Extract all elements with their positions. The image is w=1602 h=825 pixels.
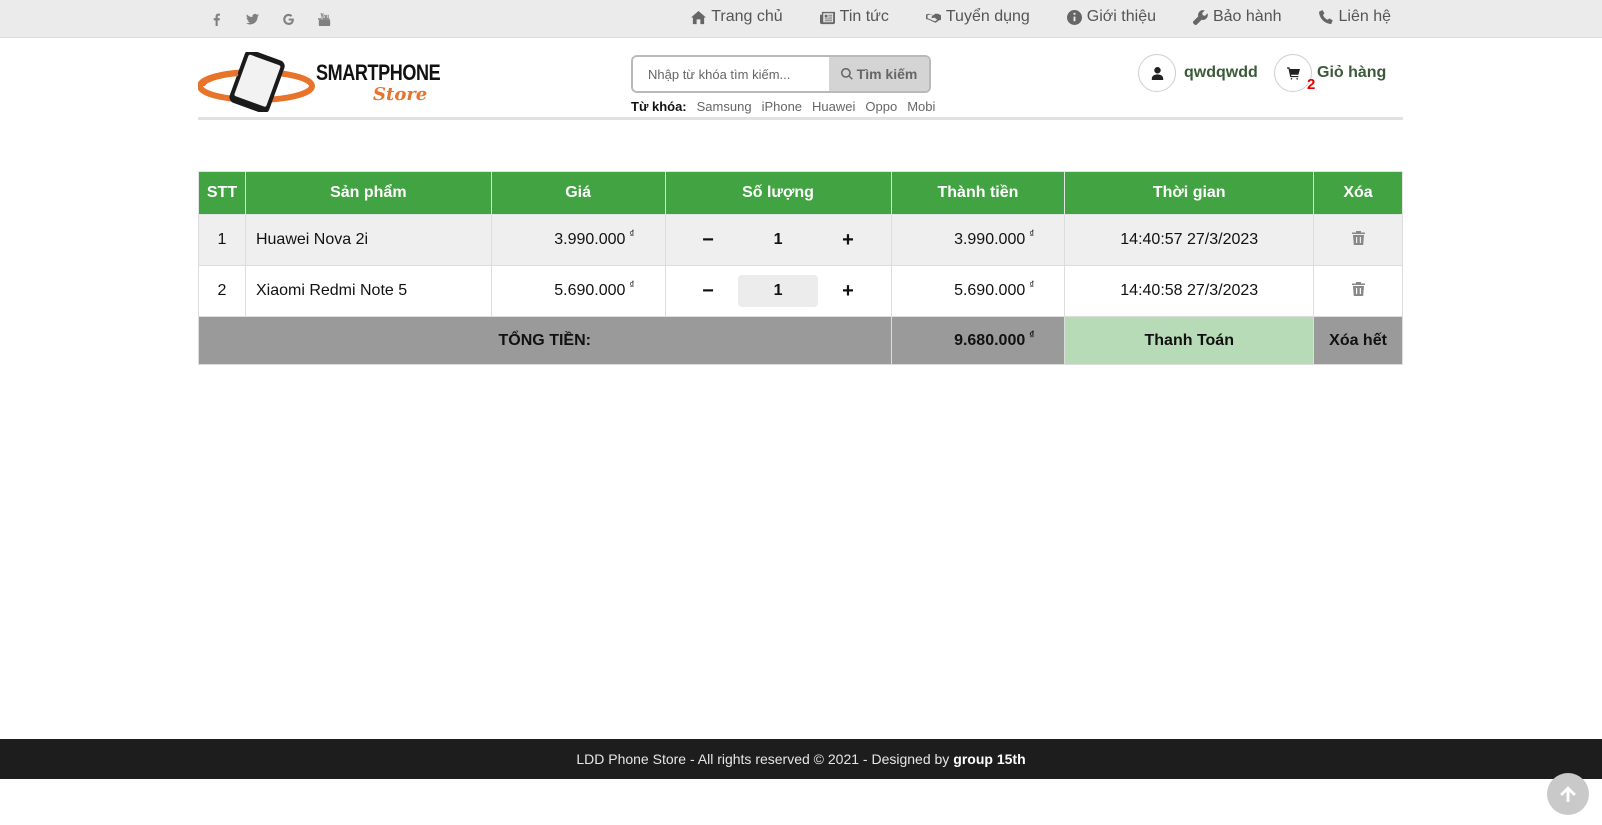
clear-cart-button[interactable]: Xóa hết xyxy=(1313,316,1403,365)
scroll-to-top-button[interactable] xyxy=(1547,773,1589,815)
nav-warranty[interactable]: Bảo hành xyxy=(1192,8,1282,26)
header-stt: STT xyxy=(198,171,246,215)
row-product-name: Huawei Nova 2i xyxy=(244,214,492,266)
top-navigation: Trang chủ Tin tức Tuyển dụng Giới thiệu … xyxy=(691,8,1391,26)
smartphone-logo-icon xyxy=(197,49,315,114)
row-time: 14:40:58 27/3/2023 xyxy=(1064,265,1315,317)
nav-careers[interactable]: Tuyển dụng xyxy=(925,8,1030,26)
search-button-label: Tìm kiếm xyxy=(856,66,918,82)
nav-news[interactable]: Tin tức xyxy=(819,8,889,26)
nav-home[interactable]: Trang chủ xyxy=(691,8,783,26)
phone-icon xyxy=(1318,9,1333,24)
user-name[interactable]: qwdqwdd xyxy=(1184,64,1258,82)
qty-decrease-button[interactable]: − xyxy=(678,229,738,252)
row-subtotal: 5.690.000 ₫ xyxy=(890,265,1066,317)
row-quantity: − + xyxy=(664,265,892,317)
search-keywords: Từ khóa: Samsung iPhone Huawei Oppo Mobi xyxy=(631,99,935,114)
total-row: TỔNG TIỀN: 9.680.000 ₫ Thanh Toán Xóa hết xyxy=(198,316,1403,365)
row-subtotal: 3.990.000 ₫ xyxy=(890,214,1066,266)
table-header-row: STT Sản phẩm Giá Số lượng Thành tiền Thờ… xyxy=(198,171,1403,215)
youtube-icon[interactable] xyxy=(318,10,354,28)
trash-icon[interactable] xyxy=(1351,281,1365,296)
newspaper-icon xyxy=(819,11,835,24)
nav-contact-label: Liên hệ xyxy=(1338,8,1392,25)
header-subtotal: Thành tiền xyxy=(890,171,1066,215)
checkout-button[interactable]: Thanh Toán xyxy=(1064,316,1315,365)
arrow-up-icon xyxy=(1560,786,1576,802)
row-delete xyxy=(1313,214,1403,266)
search-input[interactable] xyxy=(633,57,829,91)
user-account[interactable]: qwdqwdd xyxy=(1138,54,1258,92)
row-stt: 2 xyxy=(198,265,246,317)
keyword-huawei[interactable]: Huawei xyxy=(812,99,855,114)
search-box: Tìm kiếm xyxy=(631,55,931,93)
search-icon xyxy=(840,68,853,80)
row-product-name: Xiaomi Redmi Note 5 xyxy=(244,265,492,317)
footer-text: LDD Phone Store - All rights reserved © … xyxy=(576,751,950,767)
trash-icon[interactable] xyxy=(1351,230,1365,245)
cart-table: STT Sản phẩm Giá Số lượng Thành tiền Thờ… xyxy=(198,171,1403,365)
total-label: TỔNG TIỀN: xyxy=(198,316,892,365)
table-row: 1 Huawei Nova 2i 3.990.000₫ − + 3.990.00… xyxy=(198,214,1403,266)
header-product: Sản phẩm xyxy=(244,171,492,215)
qty-input[interactable] xyxy=(738,224,819,256)
logo-text-sub: Store xyxy=(373,84,428,105)
site-logo[interactable]: SMARTPHONE Store xyxy=(197,49,441,114)
nav-news-label: Tin tức xyxy=(839,8,889,25)
row-delete xyxy=(1313,265,1403,317)
nav-careers-label: Tuyển dụng xyxy=(945,8,1030,25)
qty-decrease-button[interactable]: − xyxy=(678,280,738,303)
facebook-icon[interactable] xyxy=(210,10,246,28)
header-delete: Xóa xyxy=(1313,171,1403,215)
nav-about[interactable]: Giới thiệu xyxy=(1066,8,1156,26)
cart-label: Giỏ hàng xyxy=(1317,64,1387,81)
social-links xyxy=(210,10,354,28)
cart-link[interactable]: 2 Giỏ hàng xyxy=(1274,54,1387,93)
keyword-samsung[interactable]: Samsung xyxy=(697,99,752,114)
info-icon xyxy=(1066,9,1082,25)
header-time: Thời gian xyxy=(1064,171,1315,215)
nav-contact[interactable]: Liên hệ xyxy=(1318,8,1392,26)
keyword-iphone[interactable]: iPhone xyxy=(762,99,802,114)
keyword-mobi[interactable]: Mobi xyxy=(907,99,935,114)
qty-increase-button[interactable]: + xyxy=(818,229,878,252)
top-bar: Trang chủ Tin tức Tuyển dụng Giới thiệu … xyxy=(0,0,1602,38)
nav-home-label: Trang chủ xyxy=(711,8,783,25)
twitter-icon[interactable] xyxy=(246,10,282,28)
header-quantity: Số lượng xyxy=(664,171,892,215)
row-quantity: − + xyxy=(664,214,892,266)
wrench-icon xyxy=(1192,9,1208,25)
nav-about-label: Giới thiệu xyxy=(1086,8,1156,25)
total-value: 9.680.000 ₫ xyxy=(890,316,1066,365)
qty-input[interactable] xyxy=(738,275,819,307)
header-price: Giá xyxy=(490,171,666,215)
keywords-label: Từ khóa: xyxy=(631,99,687,114)
handshake-icon xyxy=(925,13,941,23)
nav-warranty-label: Bảo hành xyxy=(1212,8,1282,25)
table-row: 2 Xiaomi Redmi Note 5 5.690.000₫ − + 5.6… xyxy=(198,265,1403,317)
row-price: 5.690.000 ₫ xyxy=(490,265,666,317)
logo-text-main: SMARTPHONE xyxy=(316,60,441,85)
row-price: 3.990.000 ₫ xyxy=(490,214,666,266)
cart-count-badge: 2 xyxy=(1307,76,1316,93)
home-icon xyxy=(691,10,707,24)
row-stt: 1 xyxy=(198,214,246,266)
search-button[interactable]: Tìm kiếm xyxy=(829,57,929,91)
google-icon[interactable] xyxy=(282,10,318,28)
site-footer: LDD Phone Store - All rights reserved © … xyxy=(0,739,1602,779)
qty-increase-button[interactable]: + xyxy=(818,280,878,303)
keyword-oppo[interactable]: Oppo xyxy=(865,99,897,114)
site-header: SMARTPHONE Store Tìm kiếm Từ khóa: Samsu… xyxy=(197,38,1403,120)
user-icon xyxy=(1138,54,1176,92)
row-time: 14:40:57 27/3/2023 xyxy=(1064,214,1315,266)
footer-designer: group 15th xyxy=(953,751,1026,767)
